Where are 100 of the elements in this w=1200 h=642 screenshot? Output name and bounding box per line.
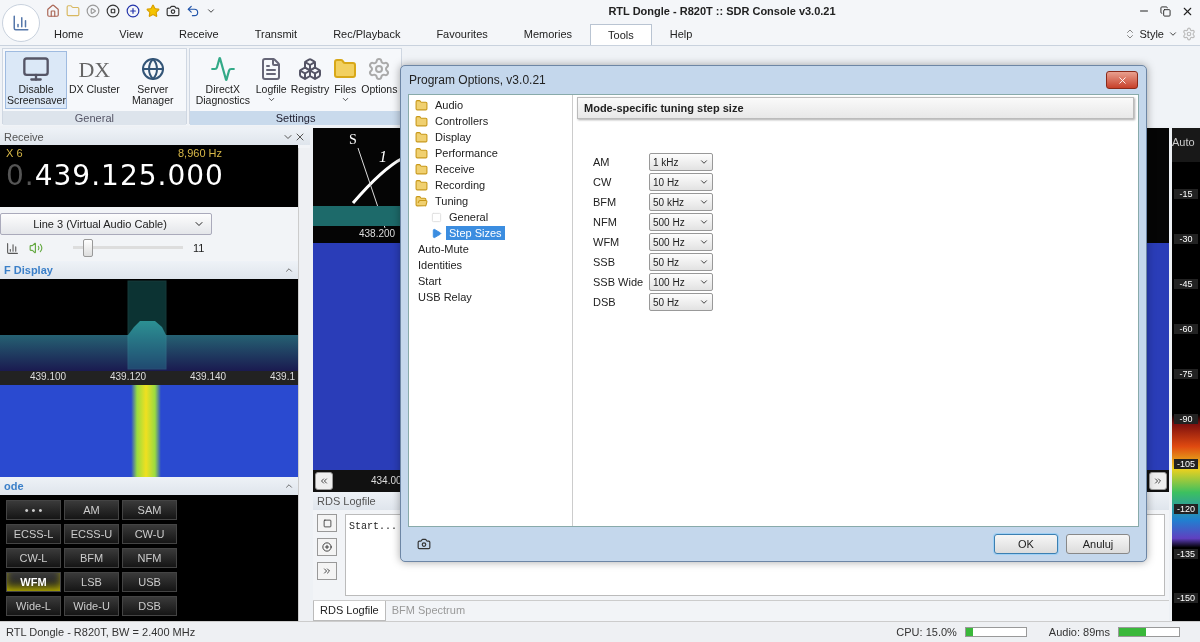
tree-item[interactable]: Audio [413,97,568,113]
ribbon-tab[interactable]: Memories [505,23,591,45]
frequency-readout: 0.439.125.000 [6,159,225,192]
mode-button[interactable]: CW-L [6,548,61,568]
cpu-usage: CPU: 15.0% [896,626,957,638]
star-icon[interactable] [146,4,160,18]
style-menu[interactable]: Style [1139,28,1164,40]
ribbon-button[interactable]: Registry [288,51,332,109]
step-dropdown[interactable]: 1 kHz [649,153,713,171]
axis-label: 439.1 [270,371,297,384]
step-dropdown[interactable]: 50 Hz [649,253,713,271]
tree-item[interactable]: Tuning [413,193,568,209]
ribbon-tab[interactable]: Tools [590,24,652,45]
section-title: F Display [4,264,54,276]
tree-item[interactable]: USB Relay [413,289,568,305]
collapse-icon[interactable] [284,481,294,491]
scroll-right-button[interactable] [1149,472,1167,490]
home-icon[interactable] [46,4,60,18]
scale-label: -45 [1174,279,1198,290]
mode-label: SSB Wide [593,276,645,288]
dialog-button[interactable]: OK [994,534,1058,554]
camera-icon[interactable] [417,537,431,551]
section-heading: Mode-specific tuning step size [577,97,1134,119]
mode-button[interactable]: CW-U [122,524,177,544]
ribbon-tab[interactable]: Home [36,23,102,45]
ribbon-tab[interactable]: Favourites [418,23,506,45]
panel-title: RDS Logfile [317,495,377,507]
mode-button[interactable]: DSB [122,596,177,616]
collapse-icon[interactable] [284,265,294,275]
mode-button[interactable]: USB [122,572,177,592]
dialog-button[interactable]: Anuluj [1066,534,1130,554]
mode-button[interactable]: SAM [122,500,177,520]
panel-tab[interactable]: RDS Logfile [313,601,386,621]
slider-thumb[interactable] [83,239,93,257]
page-icon [431,211,442,223]
ribbon-button[interactable]: Options [359,51,400,109]
step-dropdown[interactable]: 50 kHz [649,193,713,211]
double-right-icon [1153,476,1163,486]
folder-icon [415,130,428,144]
tree-item[interactable]: Performance [413,145,568,161]
zoom-button[interactable] [317,538,337,556]
volume-value: 11 [193,242,205,254]
mode-button[interactable]: Wide-U [64,596,119,616]
close-button[interactable] [1106,71,1138,89]
scrollbar[interactable] [298,148,310,621]
tree-item[interactable]: Start [413,273,568,289]
offset-readout: 8,960 Hz [177,147,222,159]
camera-icon[interactable] [166,4,180,18]
mode-button[interactable]: Wide-L [6,596,61,616]
mode-label: NFM [593,216,618,228]
mode-button[interactable]: ECSS-L [6,524,61,544]
tree-item[interactable]: General [413,209,568,225]
ribbon-button[interactable]: Logfile [253,51,289,109]
mode-button[interactable]: AM [64,500,119,520]
tree-item[interactable]: Receive [413,161,568,177]
ribbon-tab[interactable]: Transmit [236,23,316,45]
equalizer-icon[interactable] [6,241,19,255]
forward-button[interactable] [317,562,337,580]
step-dropdown[interactable]: 100 Hz [649,273,713,291]
tree-item[interactable]: Identities [413,257,568,273]
step-dropdown[interactable]: 50 Hz [649,293,713,311]
stop-icon[interactable] [106,4,120,18]
tree-item[interactable]: Recording [413,177,568,193]
folder-icon [415,98,428,112]
mode-button[interactable]: WFM [6,572,61,592]
undo-icon[interactable] [186,4,200,18]
restore-icon[interactable] [1160,5,1171,17]
ribbon-button[interactable]: Server Manager [121,51,184,109]
stop-button[interactable] [317,514,337,532]
mode-label: DSB [593,296,617,308]
mode-button[interactable]: NFM [122,548,177,568]
auto-scale-button[interactable]: Auto [1172,128,1200,162]
ribbon-tab[interactable]: Receive [161,23,237,45]
step-dropdown[interactable]: 500 Hz [649,233,713,251]
ribbon-tab[interactable]: Help [651,23,711,45]
ribbon-tab[interactable]: View [101,23,161,45]
mode-label: WFM [593,236,621,248]
audio-device-dropdown[interactable]: Line 3 (Virtual Audio Cable) [0,213,212,235]
folder-icon [415,146,428,160]
tree-item[interactable]: Controllers [413,113,568,129]
ribbon-button[interactable]: DirectX Diagnostics [191,51,254,109]
mode-button[interactable]: • • • [6,500,61,520]
caret-icon[interactable] [1168,29,1178,39]
scale-label: -105 [1174,458,1198,469]
step-dropdown[interactable]: 10 Hz [649,173,713,191]
tree-item[interactable]: Display [413,129,568,145]
step-dropdown[interactable]: 500 Hz [649,213,713,231]
ribbon-button[interactable]: DX DX Cluster [67,51,122,109]
mode-button[interactable]: ECSS-U [64,524,119,544]
scroll-left-button[interactable] [315,472,333,490]
mode-button[interactable]: LSB [64,572,119,592]
ribbon-tab[interactable]: Rec/Playback [315,23,419,45]
mode-button[interactable]: BFM [64,548,119,568]
ribbon-button[interactable]: Disable Screensaver [5,51,67,109]
folder-icon [333,57,358,81]
caret-icon[interactable] [206,6,216,16]
ribbon-button[interactable]: Files [331,51,360,109]
play-icon[interactable] [86,4,100,18]
speaker-icon[interactable] [29,241,43,255]
tree-item[interactable]: Auto-Mute [413,241,568,257]
